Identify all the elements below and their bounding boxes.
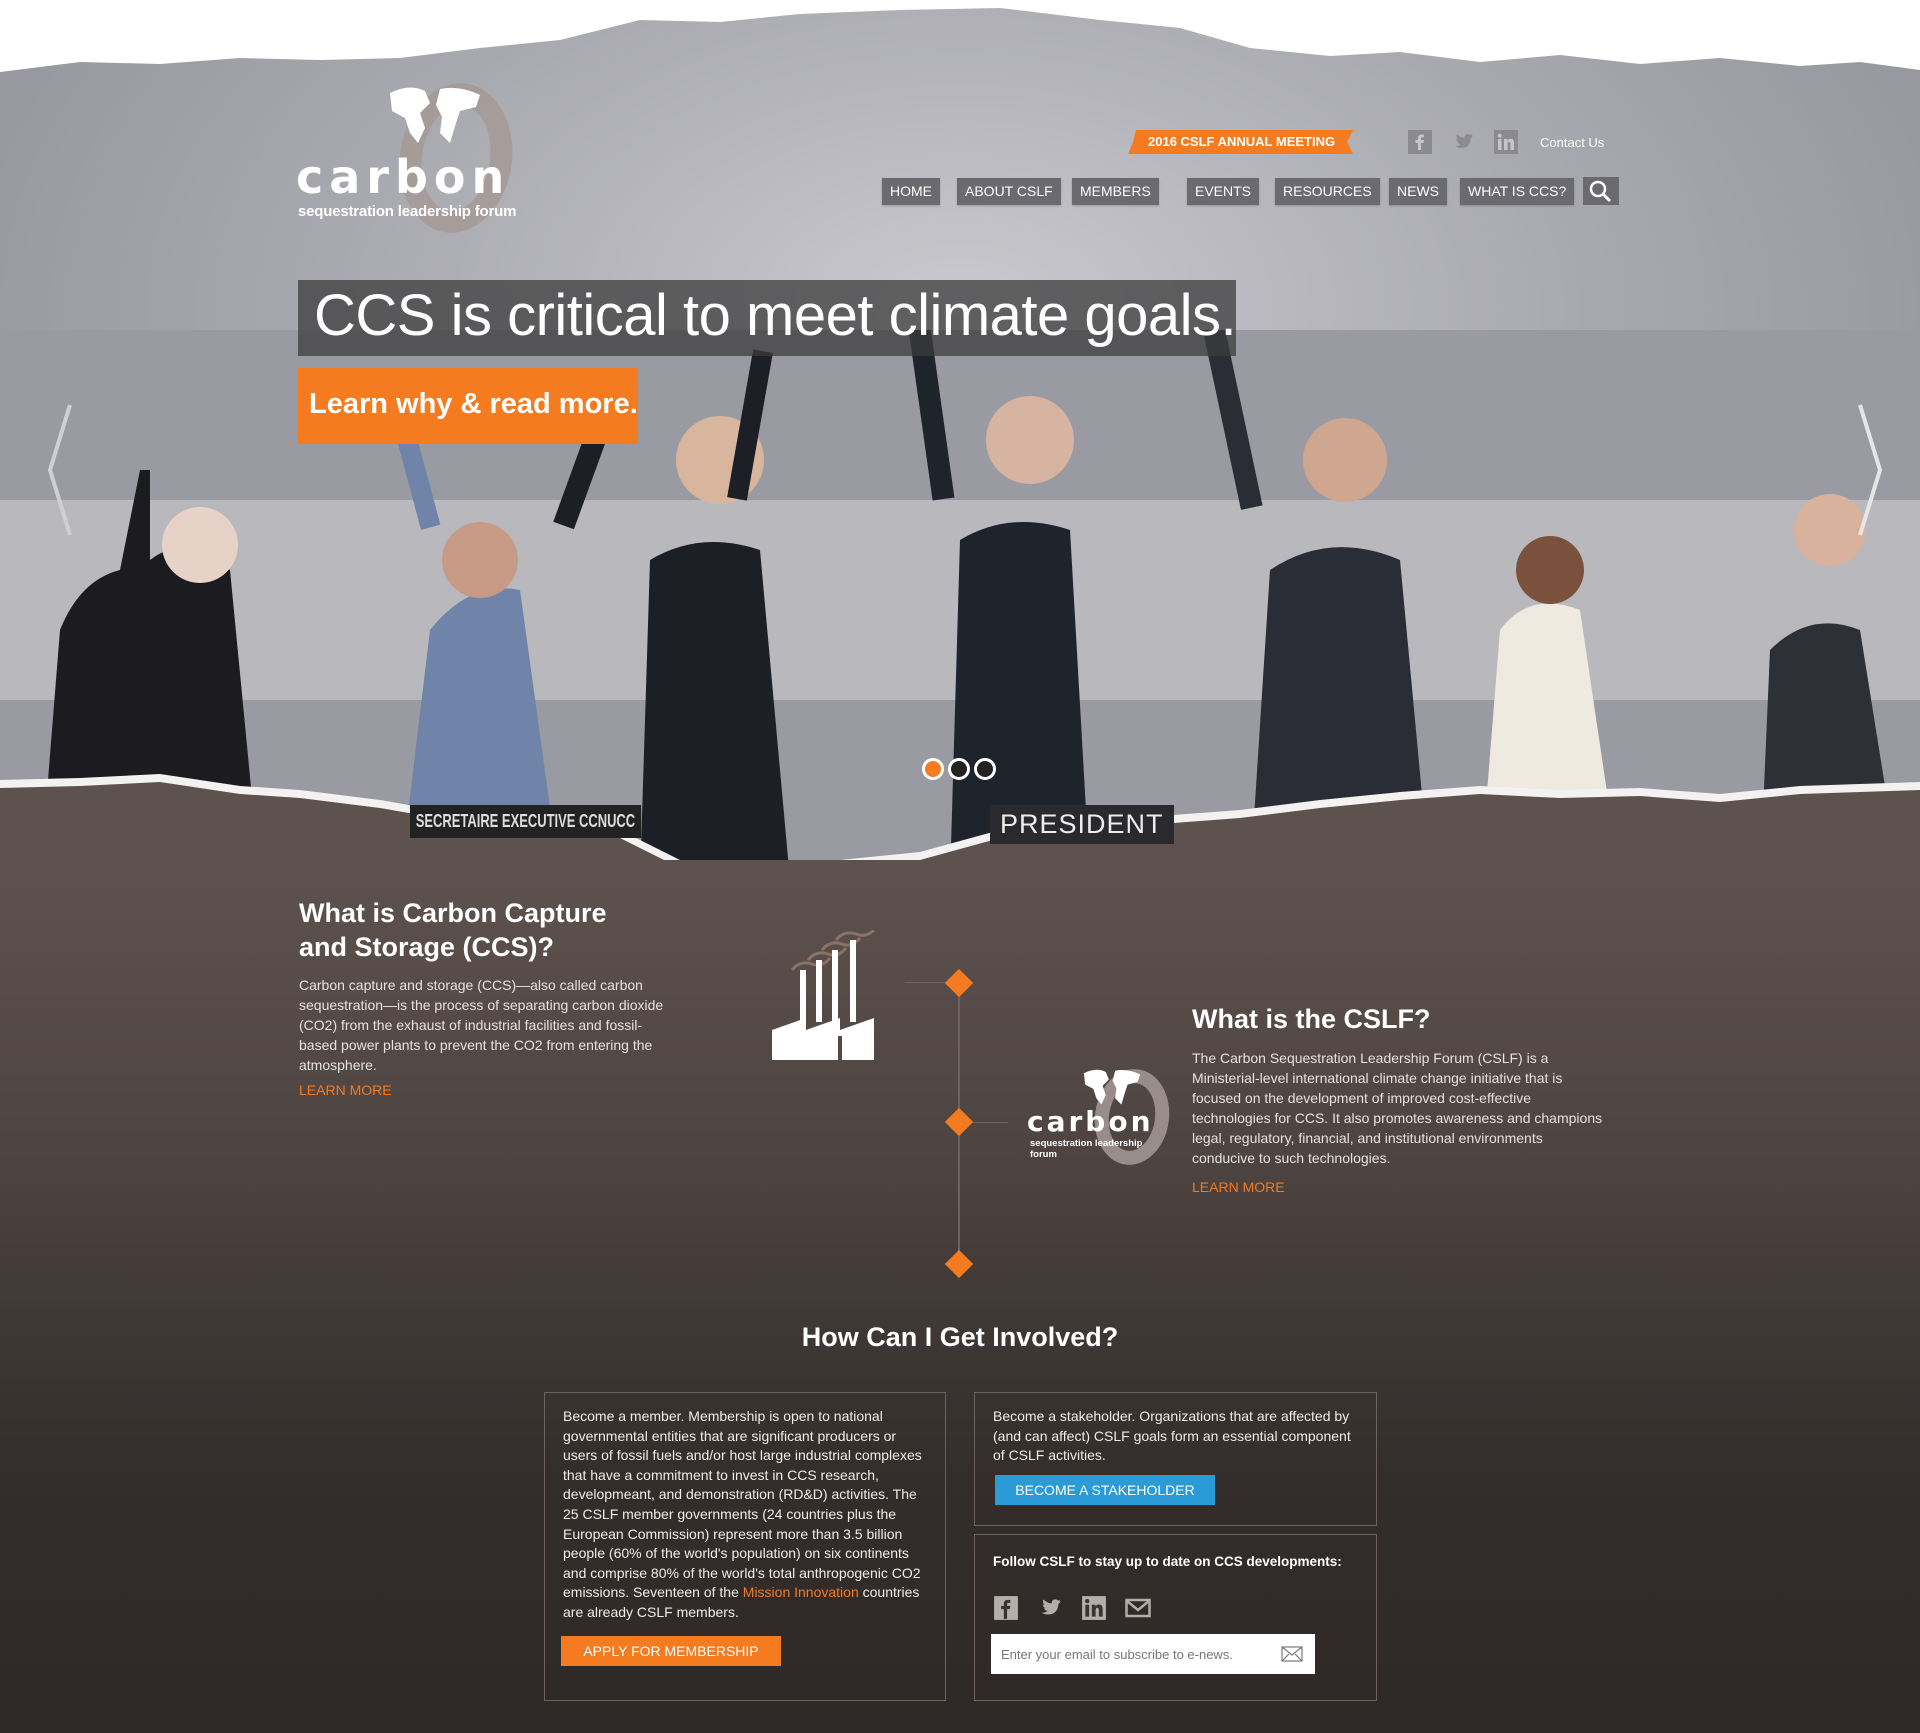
nav-what-is-ccs[interactable]: WHAT IS CCS? [1460, 178, 1575, 205]
twitter-icon[interactable] [1037, 1595, 1063, 1621]
linkedin-icon[interactable] [1081, 1595, 1107, 1621]
ccs-heading: What is Carbon Capture and Storage (CCS)… [299, 898, 607, 962]
cslf-heading: What is the CSLF? [1192, 1004, 1431, 1034]
mission-innovation-link[interactable]: Mission Innovation [743, 1584, 859, 1600]
torn-edge-top [0, 0, 1920, 72]
search-icon [1589, 180, 1612, 203]
slide-dot-1[interactable] [922, 758, 944, 780]
logo-subtitle: sequestration leadership forum [1030, 1138, 1143, 1160]
email-subscribe-input[interactable] [991, 1634, 1271, 1674]
stakeholder-text: Become a stakeholder. Organizations that… [993, 1408, 1351, 1464]
hero-banner: carbon sequestration leadership forum 20… [0, 0, 1920, 880]
search-button[interactable] [1583, 177, 1619, 205]
apply-membership-button[interactable]: APPLY FOR MEMBERSHIP [561, 1636, 781, 1666]
facebook-icon[interactable] [1408, 130, 1432, 154]
nameplate-left: SECRETAIRE EXECUTIVE CCNUCC [410, 805, 641, 838]
become-stakeholder-button[interactable]: BECOME A STAKEHOLDER [995, 1475, 1215, 1505]
chevron-left-icon[interactable] [40, 400, 80, 540]
cslf-logo-small: carbon sequestration leadership forum [1025, 1064, 1176, 1170]
nav-news[interactable]: NEWS [1389, 178, 1447, 205]
membership-text: Become a member. Membership is open to n… [563, 1407, 933, 1623]
linkedin-icon[interactable] [1494, 130, 1518, 154]
follow-card: Follow CSLF to stay up to date on CCS de… [974, 1534, 1377, 1701]
email-icon[interactable] [1125, 1595, 1151, 1621]
nav-members[interactable]: MEMBERS [1072, 178, 1159, 205]
involved-heading: How Can I Get Involved? [801, 1322, 1119, 1352]
cslf-logo[interactable]: carbon sequestration leadership forum [290, 75, 530, 243]
email-subscribe-box [991, 1634, 1315, 1674]
chevron-right-icon[interactable] [1850, 400, 1890, 540]
slide-dot-3[interactable] [974, 758, 996, 780]
annual-meeting-banner[interactable]: 2016 CSLF ANNUAL MEETING [1128, 130, 1353, 154]
hero-headline: CCS is critical to meet climate goals. [298, 280, 1237, 356]
twitter-icon[interactable] [1451, 130, 1475, 154]
slider-dots [922, 758, 1000, 780]
membership-card: Become a member. Membership is open to n… [544, 1392, 946, 1701]
slide-dot-2[interactable] [948, 758, 970, 780]
membership-text-part: Become a member. Membership is open to n… [563, 1408, 922, 1601]
cslf-description: The Carbon Sequestration Leadership Foru… [1192, 1050, 1603, 1166]
nav-about-cslf[interactable]: ABOUT CSLF [957, 178, 1061, 205]
factory-icon [772, 930, 876, 1060]
ccs-description: Carbon capture and storage (CCS)—also ca… [299, 977, 664, 1073]
follow-label: Follow CSLF to stay up to date on CCS de… [993, 1554, 1342, 1569]
nav-events[interactable]: EVENTS [1187, 178, 1260, 205]
cslf-learn-more-link[interactable]: LEARN MORE [1192, 1179, 1285, 1195]
learn-why-button[interactable]: Learn why & read more. [298, 368, 638, 444]
contact-us-link[interactable]: Contact Us [1540, 135, 1604, 150]
logo-subtitle: sequestration leadership forum [298, 203, 517, 220]
stakeholder-card: Become a stakeholder. Organizations that… [974, 1392, 1377, 1526]
ccs-learn-more-link[interactable]: LEARN MORE [299, 1082, 392, 1098]
nav-home[interactable]: HOME [882, 178, 940, 205]
logo-word: carbon [296, 150, 511, 204]
nameplate-right: PRESIDENT [990, 805, 1174, 844]
logo-word: carbon [1027, 1105, 1154, 1138]
nav-resources[interactable]: RESOURCES [1275, 178, 1380, 205]
facebook-icon[interactable] [993, 1595, 1019, 1621]
mail-send-icon[interactable] [1281, 1646, 1303, 1662]
